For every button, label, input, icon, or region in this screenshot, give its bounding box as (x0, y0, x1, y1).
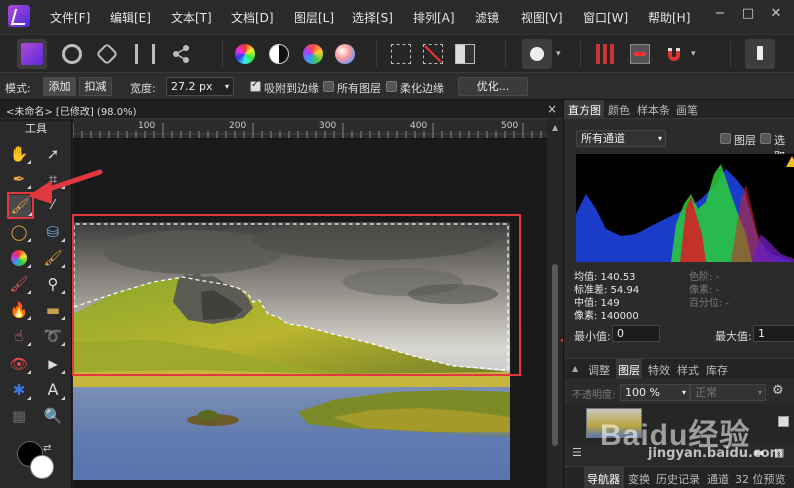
min-label: 最小值: (574, 330, 611, 343)
panel-collapse-icon[interactable]: ▲ (572, 364, 578, 373)
layer-checkbox[interactable] (720, 133, 731, 144)
opacity-value: 100 % (625, 386, 660, 399)
tab-history[interactable]: 历史记录 (656, 471, 700, 487)
histogram-graph (576, 154, 794, 262)
channel-select[interactable]: 所有通道 ▾ (576, 130, 666, 147)
layers-tabbar: ▲ 调整 图层 特效 样式 库存 (564, 358, 794, 379)
tab-navigator[interactable]: 导航器 (587, 471, 620, 487)
tab-layers[interactable]: 图层 (618, 362, 640, 378)
opacity-dropdown-icon: ▾ (681, 388, 686, 397)
tab-channels[interactable]: 通道 (707, 471, 729, 487)
opacity-input[interactable]: 100 % ▾ (620, 384, 690, 401)
tab-transform[interactable]: 变换 (628, 471, 650, 487)
blend-mode-value: 正常 (695, 386, 717, 399)
blend-mode-select[interactable]: 正常 ▾ (690, 384, 766, 401)
stat-pixels: 像素: 140000 (574, 311, 639, 322)
tab-styles[interactable]: 样式 (677, 362, 699, 378)
tab-stock[interactable]: 库存 (706, 362, 728, 378)
layer-settings-gear-icon[interactable]: ⚙ (772, 383, 784, 398)
channel-dropdown-icon: ▾ (657, 134, 662, 143)
tab-brushes[interactable]: 画笔 (676, 102, 698, 118)
arrow-head-tool (28, 180, 52, 204)
selection-checkbox[interactable] (760, 133, 771, 144)
tab-swatches[interactable]: 样本条 (637, 102, 670, 118)
tab-32bit-preview[interactable]: 32 位预览 (735, 471, 786, 487)
layer-stack-icon[interactable]: ☰ (572, 446, 582, 459)
channel-select-value: 所有通道 (581, 132, 625, 145)
tab-histogram[interactable]: 直方图 (568, 102, 601, 118)
baidu-watermark-url: jingyan.baidu.com (648, 446, 784, 461)
tab-effects[interactable]: 特效 (648, 362, 670, 378)
layer-visibility-checkbox[interactable] (778, 416, 789, 427)
tab-adjustments[interactable]: 调整 (588, 362, 610, 378)
max-input[interactable]: 1 (753, 325, 794, 342)
histogram-tabbar: 直方图 颜色 样本条 画笔 (564, 100, 794, 119)
layer-check-label: 图层 (734, 134, 756, 147)
opacity-label: 不透明度: (572, 390, 616, 401)
blend-dropdown-icon: ▾ (757, 388, 762, 397)
navigator-tabbar: 导航器 变换 历史记录 通道 32 位预览 (564, 466, 794, 488)
tab-color[interactable]: 颜色 (608, 102, 630, 118)
min-input[interactable]: 0 (612, 325, 660, 342)
max-label: 最大值: (715, 330, 752, 343)
stat-percentile: 百分位: - (689, 298, 730, 309)
warning-icon (786, 156, 794, 167)
